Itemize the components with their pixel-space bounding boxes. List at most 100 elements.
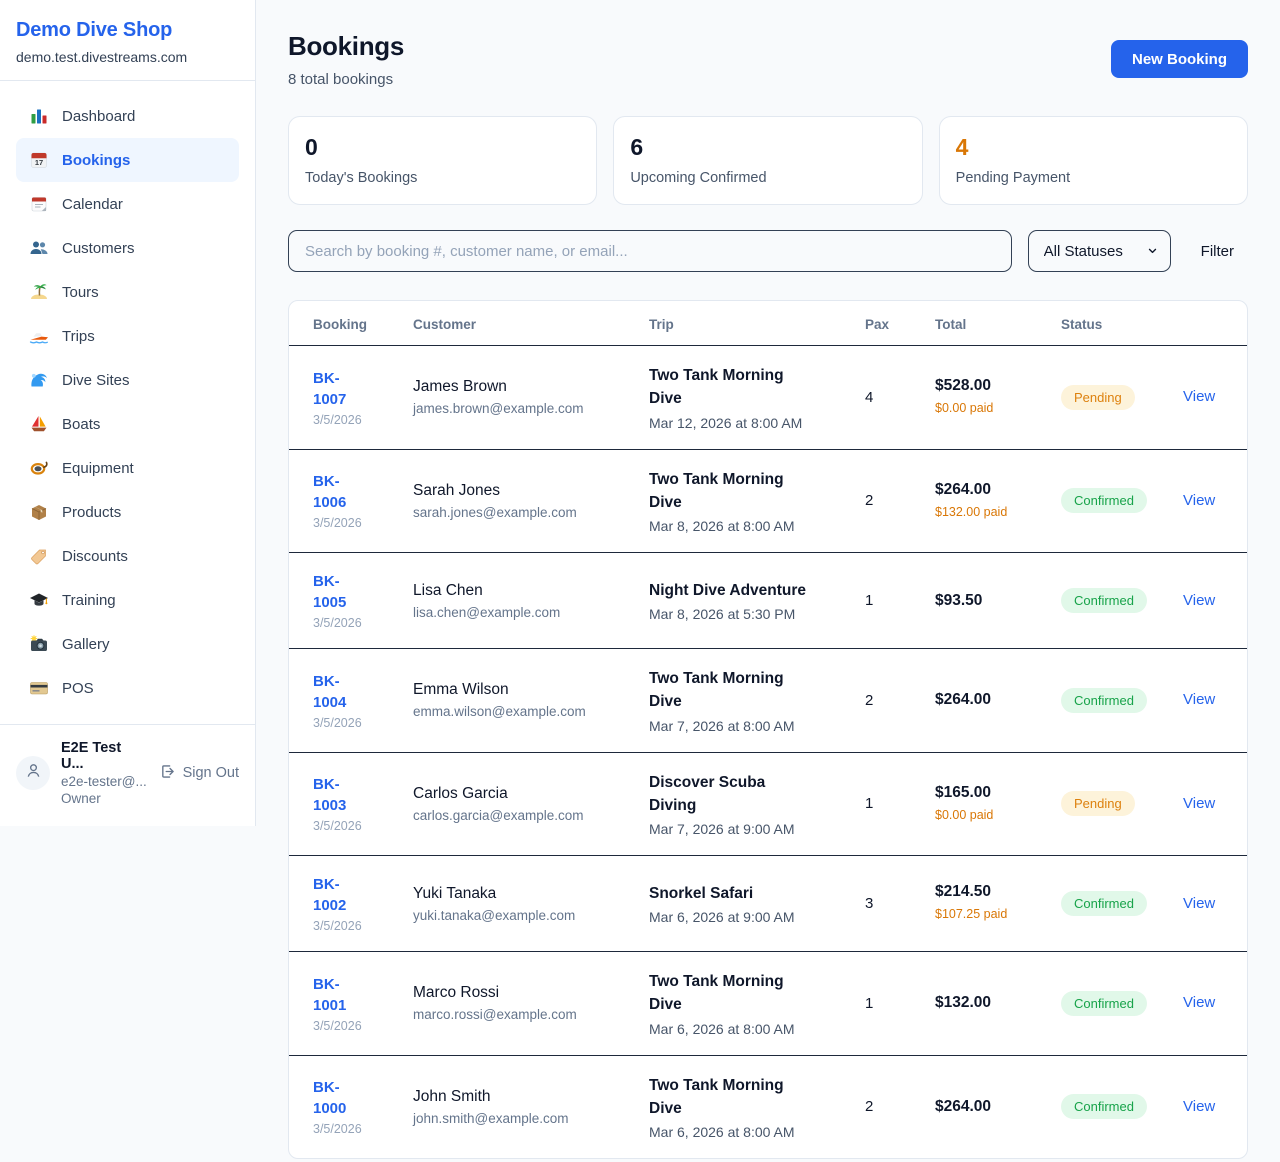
sidebar-item-gallery[interactable]: Gallery <box>16 622 239 666</box>
customer-email: carlos.garcia@example.com <box>413 808 625 823</box>
status-filter-wrap: All Statuses <box>1028 230 1171 272</box>
sidebar-item-equipment[interactable]: Equipment <box>16 446 239 490</box>
pax-count: 1 <box>853 952 923 1056</box>
sidebar-item-dive-sites[interactable]: Dive Sites <box>16 358 239 402</box>
stat-label: Upcoming Confirmed <box>630 170 905 186</box>
status-badge: Confirmed <box>1061 991 1147 1016</box>
column-header-customer: Customer <box>401 301 637 346</box>
customer-email: james.brown@example.com <box>413 401 625 416</box>
view-link[interactable]: View <box>1183 795 1215 812</box>
total-amount: $264.00 <box>935 1098 1037 1116</box>
sign-out-button[interactable]: Sign Out <box>159 763 239 784</box>
sign-out-label: Sign Out <box>183 765 239 781</box>
sidebar-item-dashboard[interactable]: Dashboard <box>16 94 239 138</box>
table-row: BK-1002 3/5/2026 Yuki Tanaka yuki.tanaka… <box>289 856 1247 952</box>
sidebar-item-training[interactable]: Training <box>16 578 239 622</box>
customer-name: Lisa Chen <box>413 582 625 600</box>
booking-id-link[interactable]: BK-1005 <box>313 571 371 613</box>
stat-label: Pending Payment <box>956 170 1231 186</box>
view-link[interactable]: View <box>1183 691 1215 708</box>
column-header-status: Status <box>1049 301 1171 346</box>
stat-label: Today's Bookings <box>305 170 580 186</box>
sidebar-item-bookings[interactable]: 17 Bookings <box>16 138 239 182</box>
trip-name: Two Tank Morning Dive <box>649 364 815 411</box>
table-row: BK-1001 3/5/2026 Marco Rossi marco.rossi… <box>289 952 1247 1056</box>
trip-name: Two Tank Morning Dive <box>649 970 815 1017</box>
view-link[interactable]: View <box>1183 994 1215 1011</box>
sidebar-item-customers[interactable]: Customers <box>16 226 239 270</box>
view-link[interactable]: View <box>1183 492 1215 509</box>
customer-name: Sarah Jones <box>413 482 625 500</box>
booking-id-link[interactable]: BK-1007 <box>313 368 371 410</box>
status-badge: Confirmed <box>1061 488 1147 513</box>
sidebar-item-tours[interactable]: Tours <box>16 270 239 314</box>
trip-name: Night Dive Adventure <box>649 579 815 602</box>
trip-datetime: Mar 6, 2026 at 8:00 AM <box>649 1021 841 1037</box>
pax-count: 1 <box>853 553 923 649</box>
sidebar-item-discounts[interactable]: Discounts <box>16 534 239 578</box>
booking-id-link[interactable]: BK-1006 <box>313 471 371 513</box>
customer-name: Carlos Garcia <box>413 785 625 803</box>
sidebar-item-calendar[interactable]: Calendar <box>16 182 239 226</box>
paid-amount: $132.00 paid <box>935 504 1027 522</box>
trip-datetime: Mar 7, 2026 at 9:00 AM <box>649 821 841 837</box>
trip-datetime: Mar 7, 2026 at 8:00 AM <box>649 718 841 734</box>
app-root: Demo Dive Shop demo.test.divestreams.com… <box>0 0 1280 1162</box>
status-badge: Confirmed <box>1061 688 1147 713</box>
booking-id-link[interactable]: BK-1004 <box>313 671 371 713</box>
table-body: BK-1007 3/5/2026 James Brown james.brown… <box>289 346 1247 1159</box>
customer-email: lisa.chen@example.com <box>413 605 625 620</box>
user-avatar-icon <box>24 761 43 785</box>
pax-count: 2 <box>853 649 923 753</box>
equipment-icon <box>29 458 49 478</box>
booking-id-link[interactable]: BK-1002 <box>313 874 371 916</box>
table-row: BK-1004 3/5/2026 Emma Wilson emma.wilson… <box>289 649 1247 753</box>
pax-count: 1 <box>853 752 923 856</box>
booking-id-link[interactable]: BK-1001 <box>313 974 371 1016</box>
table-row: BK-1007 3/5/2026 James Brown james.brown… <box>289 346 1247 450</box>
booking-id-link[interactable]: BK-1000 <box>313 1077 371 1119</box>
table-header-row: Booking Customer Trip Pax Total Status <box>289 301 1247 346</box>
brand-name: Demo Dive Shop <box>16 19 239 42</box>
avatar <box>16 756 50 790</box>
pax-count: 2 <box>853 449 923 553</box>
column-header-view <box>1171 301 1247 346</box>
page-header: Bookings 8 total bookings New Booking <box>288 31 1248 88</box>
total-amount: $132.00 <box>935 994 1037 1012</box>
customer-name: Emma Wilson <box>413 681 625 699</box>
table-row: BK-1003 3/5/2026 Carlos Garcia carlos.ga… <box>289 752 1247 856</box>
booking-created-date: 3/5/2026 <box>313 516 389 530</box>
status-filter-select[interactable]: All Statuses <box>1028 230 1171 272</box>
page-title: Bookings <box>288 31 404 62</box>
sidebar-item-boats[interactable]: Boats <box>16 402 239 446</box>
status-badge: Pending <box>1061 385 1135 410</box>
paid-amount: $0.00 paid <box>935 807 1027 825</box>
trip-name: Discover Scuba Diving <box>649 771 815 818</box>
customer-name: James Brown <box>413 378 625 396</box>
main-content: Bookings 8 total bookings New Booking 0 … <box>288 0 1248 1159</box>
sidebar-nav: Dashboard 17 Bookings Calendar Customers… <box>0 81 255 725</box>
search-input[interactable] <box>288 230 1012 272</box>
dive-sites-icon <box>29 370 49 390</box>
pos-icon <box>29 678 49 698</box>
stat-card: 4 Pending Payment <box>939 116 1248 205</box>
sidebar-item-products[interactable]: Products <box>16 490 239 534</box>
sidebar-item-trips[interactable]: Trips <box>16 314 239 358</box>
view-link[interactable]: View <box>1183 592 1215 609</box>
booking-id-link[interactable]: BK-1003 <box>313 774 371 816</box>
trip-name: Two Tank Morning Dive <box>649 667 815 714</box>
brand-domain: demo.test.divestreams.com <box>16 49 239 65</box>
view-link[interactable]: View <box>1183 1098 1215 1115</box>
stat-value: 6 <box>630 134 905 161</box>
new-booking-button[interactable]: New Booking <box>1111 40 1248 78</box>
view-link[interactable]: View <box>1183 895 1215 912</box>
stats-row: 0 Today's Bookings 6 Upcoming Confirmed … <box>288 116 1248 205</box>
customer-email: john.smith@example.com <box>413 1111 625 1126</box>
filter-button[interactable]: Filter <box>1187 243 1248 260</box>
customer-name: Marco Rossi <box>413 984 625 1002</box>
trip-datetime: Mar 6, 2026 at 9:00 AM <box>649 909 841 925</box>
stat-card: 0 Today's Bookings <box>288 116 597 205</box>
view-link[interactable]: View <box>1183 388 1215 405</box>
trip-name: Two Tank Morning Dive <box>649 1074 815 1121</box>
sidebar-item-pos[interactable]: POS <box>16 666 239 710</box>
